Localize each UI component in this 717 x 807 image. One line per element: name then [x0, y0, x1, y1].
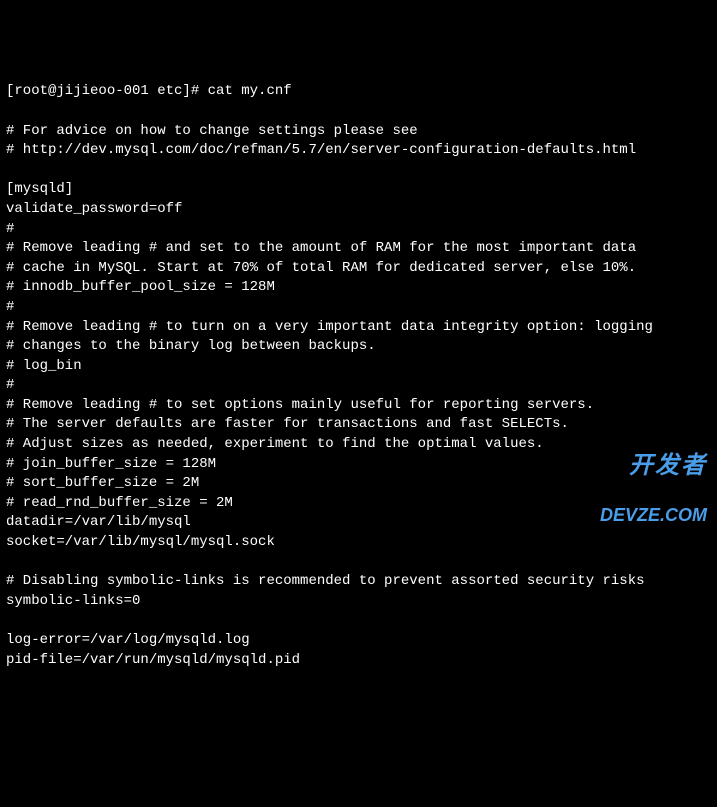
output-line: # log_bin [6, 357, 711, 377]
prompt-line[interactable]: [root@jijieoo-001 etc]# cat my.cnf [6, 82, 711, 102]
output-line [6, 611, 711, 631]
prompt-user-host: [root@jijieoo-001 etc]# [6, 83, 208, 99]
prompt-command: cat my.cnf [208, 83, 292, 99]
output-line: [mysqld] [6, 180, 711, 200]
output-line: # Remove leading # to set options mainly… [6, 396, 711, 416]
output-line: # read_rnd_buffer_size = 2M [6, 494, 711, 514]
output-line: # http://dev.mysql.com/doc/refman/5.7/en… [6, 141, 711, 161]
output-line: # Remove leading # to turn on a very imp… [6, 318, 711, 338]
output-line: # [6, 220, 711, 240]
output-line: # sort_buffer_size = 2M [6, 474, 711, 494]
output-line: # For advice on how to change settings p… [6, 122, 711, 142]
output-line: # innodb_buffer_pool_size = 128M [6, 278, 711, 298]
output-line: log-error=/var/log/mysqld.log [6, 631, 711, 651]
output-line: # The server defaults are faster for tra… [6, 415, 711, 435]
output-line: symbolic-links=0 [6, 592, 711, 612]
output-line: datadir=/var/lib/mysql [6, 513, 711, 533]
output-line: # [6, 298, 711, 318]
output-line: # join_buffer_size = 128M [6, 455, 711, 475]
terminal-output: # For advice on how to change settings p… [6, 122, 711, 671]
output-line: pid-file=/var/run/mysqld/mysqld.pid [6, 651, 711, 671]
output-line [6, 161, 711, 181]
output-line [6, 553, 711, 573]
output-line: # [6, 376, 711, 396]
output-line: # Disabling symbolic-links is recommende… [6, 572, 711, 592]
output-line: # Adjust sizes as needed, experiment to … [6, 435, 711, 455]
output-line: # Remove leading # and set to the amount… [6, 239, 711, 259]
output-line: validate_password=off [6, 200, 711, 220]
output-line: # cache in MySQL. Start at 70% of total … [6, 259, 711, 279]
output-line: # changes to the binary log between back… [6, 337, 711, 357]
